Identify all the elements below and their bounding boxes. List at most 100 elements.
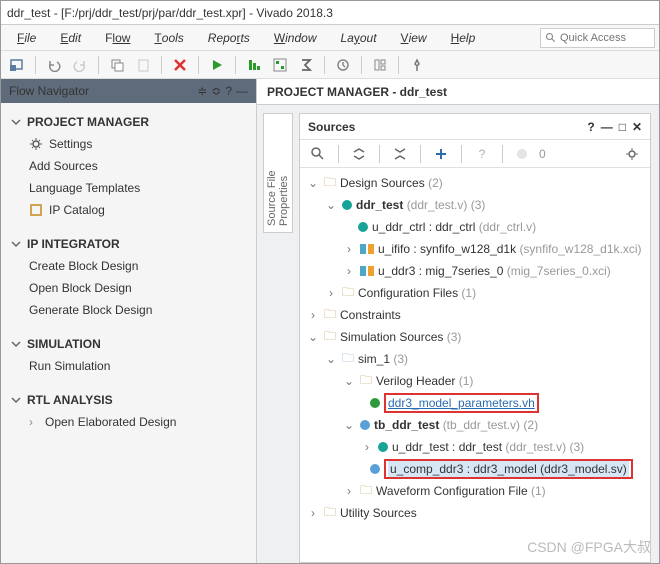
menu-window[interactable]: Window [262, 25, 329, 51]
chevron-right-icon: › [306, 506, 320, 520]
tree-ddr3-params[interactable]: ddr3_model_parameters.vh [300, 392, 650, 414]
nav-lang-templates[interactable]: Language Templates [1, 177, 256, 199]
tree-design-sources[interactable]: ⌄🗀Design Sources (2) [300, 172, 650, 194]
redo-icon[interactable] [68, 53, 92, 77]
cancel-icon[interactable] [168, 53, 192, 77]
menu-flow[interactable]: Flow [93, 25, 142, 51]
folder-icon: 🗀 [360, 481, 372, 502]
help-icon[interactable]: ? [587, 120, 594, 134]
nav-open-block-design: Open Block Design [1, 277, 256, 299]
ip-block-icon [360, 244, 374, 254]
sources-toolbar: ? 0 [300, 140, 650, 168]
nav-collapse-icon[interactable]: ≑ [197, 84, 207, 98]
close-icon[interactable]: ✕ [632, 120, 642, 134]
tree-u-comp-ddr3[interactable]: u_comp_ddr3 : ddr3_model (ddr3_model.sv) [300, 458, 650, 480]
source-file-properties-tab[interactable]: Source File Properties [263, 113, 293, 233]
settings-icon[interactable] [620, 142, 644, 166]
chevron-right-icon: › [342, 484, 356, 498]
chevron-right-icon: › [342, 264, 356, 278]
menu-bar: File Edit Flow Tools Reports Window Layo… [1, 25, 659, 51]
module-icon [360, 420, 370, 430]
flow-navigator: Flow Navigator ≑ ≎ ? — PROJECT MANAGER S… [1, 79, 257, 563]
tree-sim-sources[interactable]: ⌄🗀Simulation Sources (3) [300, 326, 650, 348]
chevron-down-icon: ⌄ [342, 374, 356, 388]
chevron-down-icon: ⌄ [306, 176, 320, 190]
nav-expand-icon[interactable]: ≎ [211, 84, 221, 98]
minimize-icon[interactable]: — [601, 120, 613, 134]
tree-u-ddr-test[interactable]: ›u_ddr_test : ddr_test (ddr_test.v) (3) [300, 436, 650, 458]
undo-icon[interactable] [42, 53, 66, 77]
main-toolbar [1, 51, 659, 79]
module-icon [358, 222, 368, 232]
nav-generate-block-design: Generate Block Design [1, 299, 256, 321]
tree-verilog-header[interactable]: ⌄🗀Verilog Header (1) [300, 370, 650, 392]
tree-u-ddr3[interactable]: ›u_ddr3 : mig_7series_0 (mig_7series_0.x… [300, 260, 650, 282]
nav-add-sources[interactable]: Add Sources [1, 155, 256, 177]
search-icon [545, 32, 557, 44]
chevron-right-icon: › [324, 286, 338, 300]
menu-layout[interactable]: Layout [329, 25, 389, 51]
timing-icon[interactable] [331, 53, 355, 77]
tree-ddr-test[interactable]: ⌄ddr_test (ddr_test.v) (3) [300, 194, 650, 216]
ip-icon [29, 203, 43, 217]
tree-u-ififo[interactable]: ›u_ififo : synfifo_w128_d1k (synfifo_w12… [300, 238, 650, 260]
expand-all-icon[interactable] [388, 142, 412, 166]
add-icon[interactable] [429, 142, 453, 166]
new-project-icon[interactable] [5, 53, 29, 77]
synth-icon[interactable] [242, 53, 266, 77]
nav-run-simulation[interactable]: Run Simulation [1, 355, 256, 377]
run-icon[interactable] [205, 53, 229, 77]
paste-icon[interactable] [131, 53, 155, 77]
tree-u-ddr-ctrl[interactable]: u_ddr_ctrl : ddr_ctrl (ddr_ctrl.v) [300, 216, 650, 238]
flow-navigator-header: Flow Navigator ≑ ≎ ? — [1, 79, 256, 103]
collapse-all-icon[interactable] [347, 142, 371, 166]
folder-icon: 🗀 [324, 327, 336, 348]
folder-icon: 🗀 [324, 173, 336, 194]
copy-icon[interactable] [105, 53, 129, 77]
maximize-icon[interactable]: □ [619, 120, 626, 134]
folder-icon: 🗀 [324, 305, 336, 326]
module-icon [378, 442, 388, 452]
gear-icon [29, 137, 43, 151]
chevron-down-icon: ⌄ [342, 418, 356, 432]
nav-sec-simulation[interactable]: SIMULATION [1, 331, 256, 355]
simset-icon: 🗀 [342, 349, 354, 370]
nav-hide-icon[interactable]: — [236, 84, 248, 98]
menu-view[interactable]: View [389, 25, 439, 51]
menu-reports[interactable]: Reports [196, 25, 262, 51]
module-icon [370, 464, 380, 474]
impl-icon[interactable] [268, 53, 292, 77]
menu-edit[interactable]: Edit [48, 25, 93, 51]
count-label: 0 [539, 147, 546, 161]
tree-constraints[interactable]: ›🗀Constraints [300, 304, 650, 326]
chevron-right-icon: › [360, 440, 374, 454]
sources-tree[interactable]: ⌄🗀Design Sources (2) ⌄ddr_test (ddr_test… [300, 168, 650, 562]
menu-file[interactable]: File [5, 25, 48, 51]
nav-open-elaborated[interactable]: ›Open Elaborated Design [1, 411, 256, 433]
nav-sec-project-manager[interactable]: PROJECT MANAGER [1, 109, 256, 133]
ip-block-icon [360, 266, 374, 276]
nav-create-block-design[interactable]: Create Block Design [1, 255, 256, 277]
tree-tb-ddr-test[interactable]: ⌄tb_ddr_test (tb_ddr_test.v) (2) [300, 414, 650, 436]
module-icon [342, 200, 352, 210]
tree-config-files[interactable]: ›🗀Configuration Files (1) [300, 282, 650, 304]
tree-sim1[interactable]: ⌄🗀sim_1 (3) [300, 348, 650, 370]
tree-waveform-cfg[interactable]: ›🗀Waveform Configuration File (1) [300, 480, 650, 502]
nav-settings[interactable]: Settings [1, 133, 256, 155]
chevron-down-icon: ⌄ [324, 352, 338, 366]
menu-help[interactable]: Help [439, 25, 488, 51]
dashboard-icon[interactable] [368, 53, 392, 77]
nav-help-icon[interactable]: ? [225, 84, 232, 98]
nav-sec-ip-integrator[interactable]: IP INTEGRATOR [1, 231, 256, 255]
menu-tools[interactable]: Tools [142, 25, 195, 51]
question-icon: ? [470, 142, 494, 166]
sources-panel: Sources ? — □ ✕ [299, 113, 651, 563]
search-icon[interactable] [306, 142, 330, 166]
nav-sec-rtl[interactable]: RTL ANALYSIS [1, 387, 256, 411]
nav-ip-catalog[interactable]: IP Catalog [1, 199, 256, 221]
quick-access-box[interactable] [540, 28, 655, 48]
quick-access-input[interactable] [560, 32, 650, 44]
tree-utility-sources[interactable]: ›🗀Utility Sources [300, 502, 650, 524]
pin-icon[interactable] [405, 53, 429, 77]
sigma-icon[interactable] [294, 53, 318, 77]
